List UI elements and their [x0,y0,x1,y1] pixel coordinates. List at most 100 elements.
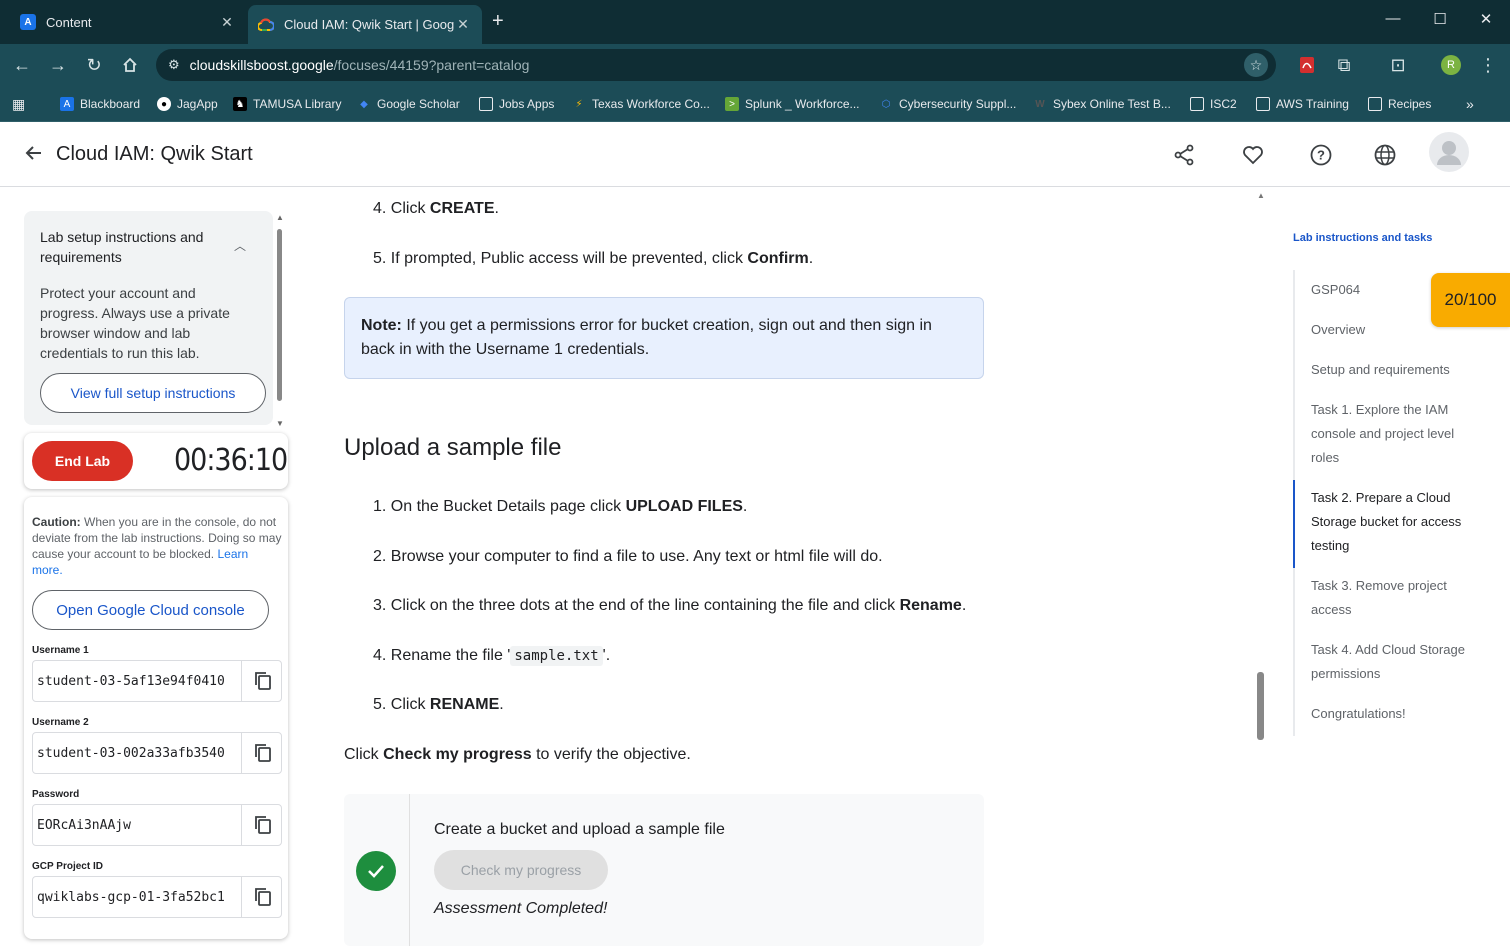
apps-grid-icon[interactable]: ▦ [12,94,25,114]
bookmark-jagapp[interactable]: ● JagApp [157,94,218,114]
back-arrow-icon[interactable] [24,143,44,169]
password-field[interactable]: EORcAi3nAAjw [32,804,282,846]
toc-item-congratulations[interactable]: Congratulations! [1311,702,1481,726]
open-cloud-console-button[interactable]: Open Google Cloud console [32,590,269,630]
username2-field[interactable]: student-03-002a33afb3540 [32,732,282,774]
favorite-heart-icon[interactable] [1240,142,1266,168]
left-panel-scrollbar[interactable]: ▲ ▼ [274,213,286,431]
chevron-up-icon[interactable]: ︿ [234,237,246,254]
copy-icon[interactable] [241,805,283,845]
list-item: 1. On the Bucket Details page click UPLO… [373,498,748,515]
progress-check-card: Create a bucket and upload a sample file… [344,794,984,946]
setup-card-body: Protect your account and progress. Alway… [40,285,230,361]
bookmarks-bar: ▦ A Blackboard ● JagApp ♞ TAMUSA Library ◆ G… [0,86,1510,122]
close-tab-icon[interactable]: ✕ [218,14,236,31]
minimize-icon[interactable]: — [1378,10,1408,27]
list-item: 2. Browse your computer to find a file t… [373,548,883,565]
bookmark-isc2[interactable]: ISC2 [1190,94,1237,114]
forward-icon[interactable]: → [46,53,70,77]
folder-icon [479,97,493,111]
scroll-up-icon[interactable]: ▲ [1257,191,1265,200]
list-item: 4. Click CREATE. [373,200,499,217]
view-setup-instructions-button[interactable]: View full setup instructions [40,373,266,413]
close-window-icon[interactable]: ✕ [1471,10,1501,28]
copy-icon[interactable] [241,877,283,917]
bookmark-star-icon[interactable]: ☆ [1244,53,1268,77]
setup-instructions-card: Lab setup instructions and requirements … [24,211,273,425]
bookmark-tamusa-library[interactable]: ♞ TAMUSA Library [233,94,341,114]
bookmark-texas-workforce[interactable]: ⚡ Texas Workforce Co... [572,94,709,114]
scrollbar-thumb[interactable] [1257,672,1264,740]
bookmark-blackboard[interactable]: A Blackboard [60,94,140,114]
bookmark-jobs-apps[interactable]: Jobs Apps [479,94,554,114]
folder-icon [1190,97,1204,111]
bookmark-splunk[interactable]: > Splunk _ Workforce... [725,94,860,114]
scholar-icon: ◆ [360,98,368,110]
help-icon[interactable]: ? [1308,142,1334,168]
jagapp-icon: ● [157,97,171,111]
tab-search-icon[interactable]: ⊡ [1386,53,1410,77]
bookmark-recipes[interactable]: Recipes [1368,94,1431,114]
section-heading: Upload a sample file [344,434,562,461]
toc-item-task1[interactable]: Task 1. Explore the IAM console and proj… [1311,398,1471,470]
bookmark-cybersecurity[interactable]: ⬡ Cybersecurity Suppl... [879,94,1017,114]
browser-tab-content[interactable]: A Content ✕ [10,6,246,38]
user-avatar[interactable] [1429,132,1469,172]
toc-active-indicator [1293,480,1295,568]
lab-timer-card: End Lab 00:36:10 [24,433,288,489]
folder-icon [1368,97,1382,111]
home-icon[interactable] [118,53,142,77]
google-cloud-favicon-icon [258,17,274,33]
app-header: Cloud IAM: Qwik Start ? [0,123,1510,187]
new-tab-icon[interactable]: + [492,10,504,33]
bookmark-sybex[interactable]: W Sybex Online Test B... [1033,94,1171,114]
bookmark-google-scholar[interactable]: ◆ Google Scholar [357,94,460,114]
site-info-icon[interactable]: ⚙ [168,57,180,73]
copy-icon[interactable] [241,733,283,773]
maximize-icon[interactable]: ☐ [1425,10,1455,28]
caution-text: Caution: When you are in the console, do… [32,515,282,577]
content-scrollbar[interactable]: ▲ [1254,188,1268,952]
scroll-down-icon[interactable]: ▼ [276,419,284,428]
credential-label: Username 1 [32,645,89,656]
share-icon[interactable] [1171,142,1197,168]
end-lab-button[interactable]: End Lab [32,441,133,481]
toc-item-setup[interactable]: Setup and requirements [1311,358,1481,382]
toc-item-task3[interactable]: Task 3. Remove project access [1311,574,1461,622]
score-badge: 20/100 [1431,273,1510,327]
more-bookmarks-icon[interactable]: » [1466,94,1474,114]
address-bar[interactable]: ⚙ cloudskillsboost.google/focuses/44159?… [156,49,1276,81]
close-tab-icon[interactable]: ✕ [454,16,472,33]
note-callout: Note: If you get a permissions error for… [344,297,984,379]
language-globe-icon[interactable] [1372,142,1398,168]
credentials-card: Caution: When you are in the console, do… [24,497,288,939]
toc-item-task4[interactable]: Task 4. Add Cloud Storage permissions [1311,638,1481,686]
extensions-icon[interactable]: ⧉ [1332,53,1356,77]
check-circle-icon [356,851,396,891]
lightning-icon: ⚡ [575,98,583,110]
list-item: 4. Rename the file ' sample.txt '. [373,646,611,666]
profile-avatar[interactable]: R [1439,53,1463,77]
tamusa-icon: ♞ [233,97,247,111]
copy-icon[interactable] [241,661,283,701]
reload-icon[interactable]: ↻ [82,53,106,77]
lab-timer: 00:36:10 [174,443,288,478]
list-item: 5. Click RENAME. [373,696,504,713]
username1-field[interactable]: student-03-5af13e94f0410 [32,660,282,702]
scrollbar-thumb[interactable] [277,229,282,401]
browser-menu-icon[interactable]: ⋮ [1476,53,1500,77]
browser-toolbar: ← → ↻ ⚙ cloudskillsboost.google/focuses/… [0,44,1510,86]
check-progress-instruction: Click Check my progress to verify the ob… [344,746,691,763]
list-item: 5. If prompted, Public access will be pr… [373,250,814,267]
bookmark-aws-training[interactable]: AWS Training [1256,94,1349,114]
check-my-progress-button[interactable]: Check my progress [434,850,608,890]
toc-item-task2[interactable]: Task 2. Prepare a Cloud Storage bucket f… [1311,486,1476,558]
browser-tab-active[interactable]: Cloud IAM: Qwik Start | Google ✕ [248,5,482,44]
credential-label: Password [32,789,80,800]
pdf-extension-icon[interactable] [1295,53,1319,77]
list-item: 3. Click on the three dots at the end of… [373,597,967,614]
shield-icon: ⬡ [881,98,891,110]
back-icon[interactable]: ← [10,53,34,77]
scroll-up-icon[interactable]: ▲ [276,213,284,222]
project-id-field[interactable]: qwiklabs-gcp-01-3fa52bc1 [32,876,282,918]
